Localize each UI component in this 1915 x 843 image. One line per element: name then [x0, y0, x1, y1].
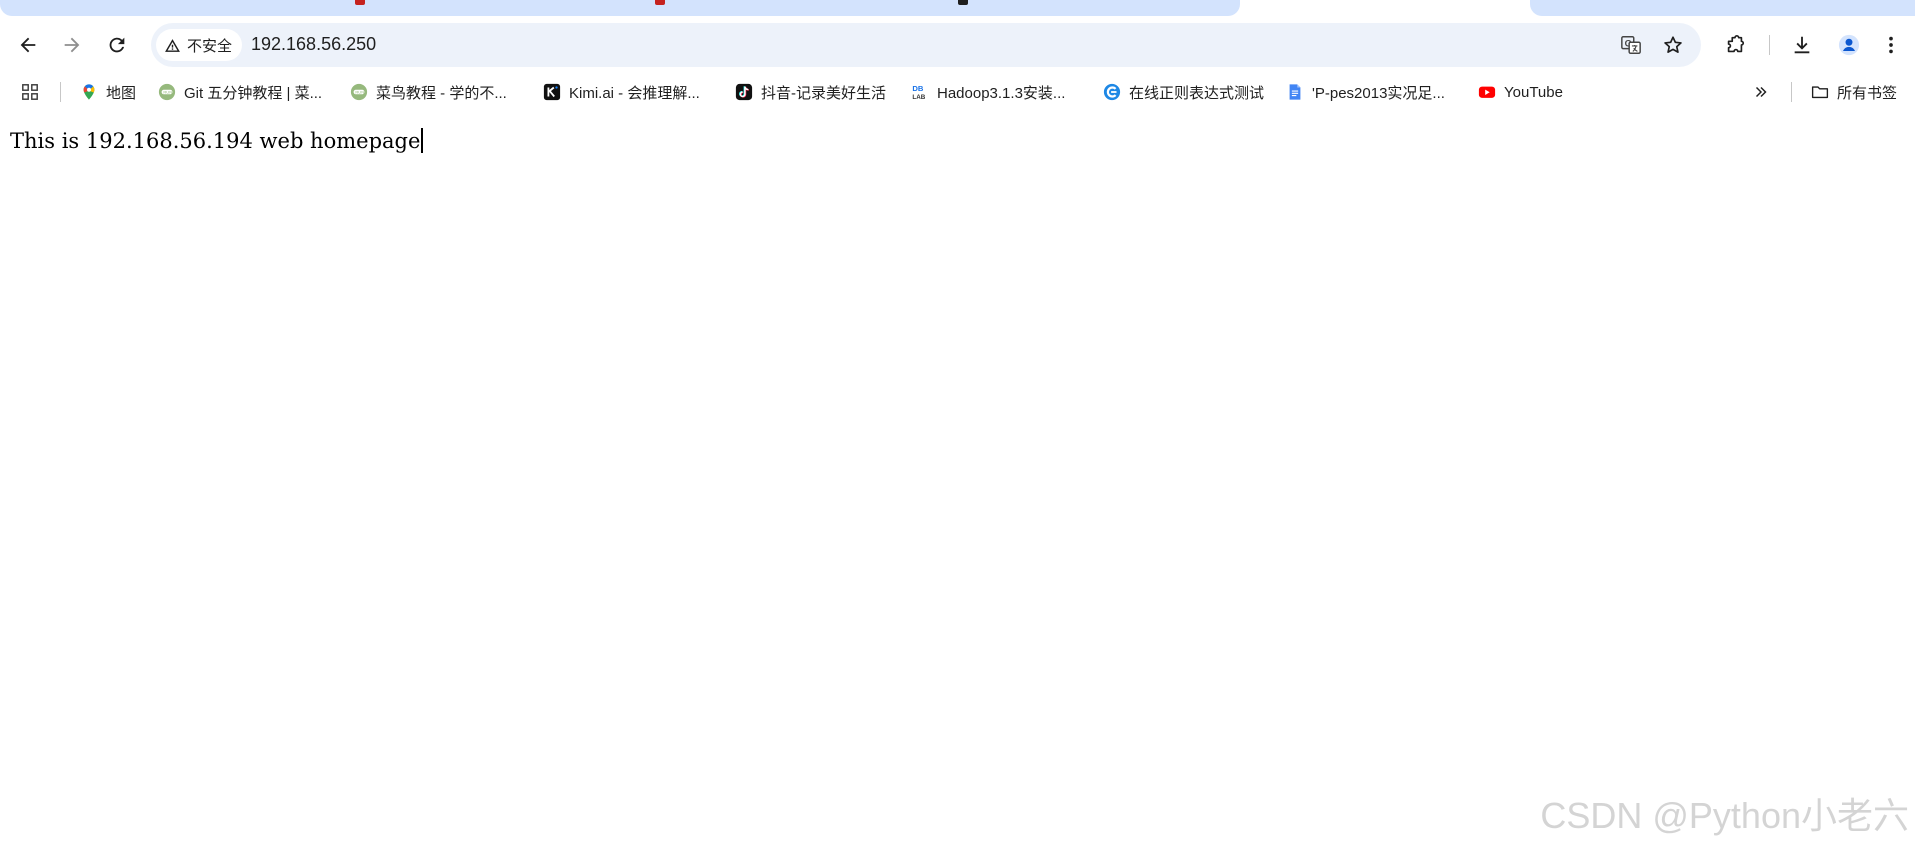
- reload-button[interactable]: [101, 29, 133, 61]
- toolbar: 不安全 192.168.56.250 G: [0, 16, 1915, 74]
- avatar-icon: [1838, 34, 1860, 56]
- menu-button[interactable]: [1875, 29, 1907, 61]
- forward-button[interactable]: [56, 29, 88, 61]
- downloads-button[interactable]: [1786, 29, 1818, 61]
- bookmark-label: 菜鸟教程 - 学的不...: [376, 84, 507, 102]
- google-maps-icon: [80, 83, 98, 101]
- apps-grid-icon: [21, 83, 39, 101]
- bookmark-label: Hadoop3.1.3安装...: [937, 84, 1066, 102]
- profile-button[interactable]: [1833, 29, 1865, 61]
- bookmark-label: YouTube: [1504, 83, 1563, 101]
- tab-favicon-fragment: [958, 0, 968, 5]
- bookmark-git-tutorial[interactable]: RUN Git 五分钟教程 | 菜...: [158, 79, 322, 105]
- site-info-chip[interactable]: 不安全: [156, 29, 243, 61]
- address-bar[interactable]: 不安全 192.168.56.250 G: [151, 23, 1701, 67]
- runoob-icon: RUN: [350, 83, 368, 101]
- security-label: 不安全: [187, 37, 233, 55]
- youtube-icon: [1478, 83, 1496, 101]
- arrow-left-icon: [20, 37, 36, 53]
- regex-icon: [1103, 83, 1121, 101]
- kimi-icon: [543, 83, 561, 101]
- bookmark-star-button[interactable]: [1659, 31, 1687, 59]
- download-icon: [1794, 36, 1810, 54]
- text-caret: [421, 128, 423, 153]
- arrow-right-icon: [64, 37, 80, 53]
- svg-text:RUN: RUN: [163, 89, 172, 94]
- bookmark-runoob[interactable]: RUN 菜鸟教程 - 学的不...: [350, 79, 507, 105]
- tab-strip: [0, 0, 1915, 16]
- puzzle-icon: [1727, 35, 1745, 53]
- warning-icon: [165, 38, 180, 52]
- page-body-text: This is 192.168.56.194 web homepage: [10, 128, 423, 153]
- svg-text:RUN: RUN: [355, 89, 364, 94]
- bookmark-hadoop[interactable]: DB LAB Hadoop3.1.3安装...: [911, 79, 1065, 105]
- all-bookmarks-button[interactable]: 所有书签: [1811, 79, 1897, 105]
- reload-icon: [109, 37, 125, 53]
- double-chevron-right-icon: [1752, 83, 1770, 101]
- csdn-watermark: CSDN @Python小老六: [1540, 795, 1909, 836]
- url-text[interactable]: 192.168.56.250: [251, 34, 376, 55]
- bookmark-label: 在线正则表达式测试: [1129, 84, 1265, 102]
- bookmark-label: Kimi.ai - 会推理解...: [569, 84, 700, 102]
- douyin-icon: [735, 83, 753, 101]
- bookmark-regex[interactable]: 在线正则表达式测试: [1103, 79, 1264, 105]
- bookmarks-divider: [60, 82, 61, 102]
- bookmark-youtube[interactable]: YouTube: [1478, 79, 1563, 105]
- runoob-icon: RUN: [158, 83, 176, 101]
- bookmark-pes2013[interactable]: 'P-pes2013实况足...: [1286, 79, 1445, 105]
- more-vertical-icon: [1889, 36, 1893, 54]
- bookmark-maps[interactable]: 地图: [80, 79, 136, 105]
- svg-text:DB: DB: [912, 84, 924, 93]
- dblab-icon: DB LAB: [911, 83, 929, 101]
- extensions-button[interactable]: [1719, 29, 1751, 61]
- bookmark-label: 地图: [106, 84, 137, 102]
- bookmark-douyin[interactable]: 抖音-记录美好生活: [735, 79, 886, 105]
- page-content: This is 192.168.56.194 web homepage CSDN…: [0, 110, 1915, 843]
- svg-text:LAB: LAB: [912, 94, 925, 101]
- browser-window: 不安全 192.168.56.250 G 地图 RUN Git 五分钟教程 | …: [0, 0, 1915, 843]
- star-outline-icon: [1664, 36, 1682, 53]
- translate-icon: G: [1621, 36, 1641, 54]
- bookmark-label: 'P-pes2013实况足...: [1312, 84, 1445, 102]
- back-button[interactable]: [12, 29, 44, 61]
- apps-button[interactable]: [21, 79, 39, 105]
- all-bookmarks-label: 所有书签: [1837, 84, 1898, 102]
- inactive-tabs[interactable]: [0, 0, 1240, 16]
- tab-favicon-fragment: [355, 0, 365, 5]
- tab-favicon-fragment: [655, 0, 665, 5]
- translate-button[interactable]: G: [1617, 31, 1645, 59]
- bookmark-label: 抖音-记录美好生活: [761, 84, 886, 102]
- bookmark-label: Git 五分钟教程 | 菜...: [184, 84, 323, 102]
- bookmarks-divider: [1791, 82, 1792, 102]
- homepage-text: This is 192.168.56.194 web homepage: [10, 129, 421, 153]
- folder-icon: [1811, 83, 1829, 101]
- bookmark-kimi[interactable]: Kimi.ai - 会推理解...: [543, 79, 700, 105]
- inactive-tabs-right[interactable]: [1530, 0, 1915, 16]
- doc-icon: [1286, 83, 1304, 101]
- bookmarks-bar: 地图 RUN Git 五分钟教程 | 菜... RUN 菜鸟教程 - 学的不..…: [0, 74, 1915, 110]
- bookmarks-overflow-button[interactable]: [1752, 79, 1770, 105]
- toolbar-divider: [1769, 35, 1770, 55]
